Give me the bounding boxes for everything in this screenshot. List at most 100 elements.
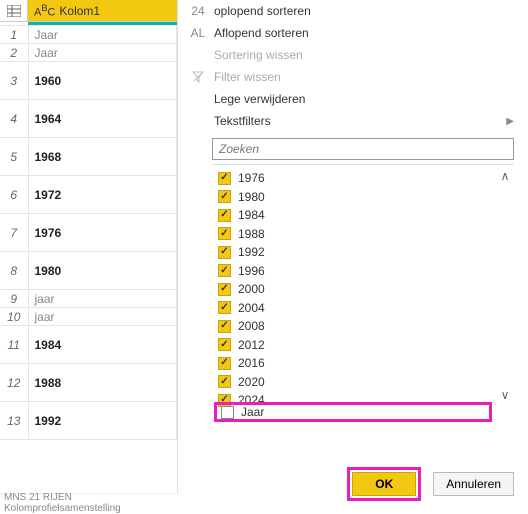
scroll-up-icon[interactable]: ∧	[498, 169, 512, 183]
filter-value-label: 2016	[238, 356, 265, 370]
cell-value[interactable]: Jaar	[28, 44, 177, 62]
cell-value[interactable]: 1972	[28, 176, 177, 214]
sort-desc-icon: AL	[190, 26, 206, 40]
filter-value-item[interactable]: 2000	[212, 280, 492, 299]
filter-value-item[interactable]: 2016	[212, 354, 492, 373]
cell-value[interactable]: 1980	[28, 252, 177, 290]
checkbox[interactable]	[218, 320, 231, 333]
row-number: 4	[0, 100, 28, 138]
cell-value[interactable]: 1976	[28, 214, 177, 252]
clear-sort: Sortering wissen	[178, 44, 528, 66]
sort-asc-icon: 24	[190, 4, 206, 18]
cell-value[interactable]: Jaar	[28, 26, 177, 44]
table-row[interactable]: 51968	[0, 138, 177, 176]
cell-value[interactable]: jaar	[28, 308, 177, 326]
filter-value-item[interactable]: 1980	[212, 188, 492, 207]
table-icon	[0, 0, 28, 21]
data-grid-pane: ABC Kolom1 1Jaar2Jaar3196041964519686197…	[0, 0, 178, 511]
checkbox-jaar[interactable]	[221, 406, 234, 419]
table-row[interactable]: 131992	[0, 402, 177, 440]
checkbox[interactable]	[218, 283, 231, 296]
table-row[interactable]: 10jaar	[0, 308, 177, 326]
checkbox[interactable]	[218, 264, 231, 277]
table-row[interactable]: 61972	[0, 176, 177, 214]
filter-value-label: 2012	[238, 338, 265, 352]
filter-value-item[interactable]: 2008	[212, 317, 492, 336]
filter-value-item[interactable]: 1996	[212, 262, 492, 281]
status-bar: MNS 21 RIJEN Kolomprofielsamenstelling	[0, 493, 178, 511]
filter-value-label: 2004	[238, 301, 265, 315]
sort-ascending[interactable]: 24 oplopend sorteren	[178, 0, 528, 22]
filter-values-list: 1976 1980 198419881992 19962000 2004 2008 2012…	[212, 169, 492, 424]
filter-value-label: 1992	[238, 245, 265, 259]
filter-value-item[interactable]: 1988	[212, 225, 492, 244]
row-number: 8	[0, 252, 28, 290]
checkbox[interactable]	[218, 338, 231, 351]
remove-empty[interactable]: Lege verwijderen	[178, 88, 528, 110]
column-header-kolom1[interactable]: ABC Kolom1	[28, 0, 177, 21]
filter-value-item[interactable]: 2004	[212, 299, 492, 318]
row-number: 2	[0, 44, 28, 62]
filter-value-item[interactable]: 2012	[212, 336, 492, 355]
cell-value[interactable]: jaar	[28, 290, 177, 308]
table-row[interactable]: 9jaar	[0, 290, 177, 308]
column-type-icon: ABC	[34, 3, 55, 19]
row-number: 9	[0, 290, 28, 308]
filter-value-item[interactable]: 1992	[212, 243, 492, 262]
ok-button-highlight: OK	[347, 467, 421, 501]
cell-value[interactable]: 1960	[28, 62, 177, 100]
text-filters-label: Tekstfilters	[214, 114, 271, 128]
text-filters[interactable]: Tekstfilters ▶	[178, 110, 528, 132]
filter-value-item[interactable]: 2020	[212, 373, 492, 392]
table-row[interactable]: 71976	[0, 214, 177, 252]
filter-value-jaar-highlighted[interactable]: Jaar	[214, 402, 492, 422]
sort-descending[interactable]: AL Aflopend sorteren	[178, 22, 528, 44]
scrollbar[interactable]: ∧ ∨	[496, 169, 514, 402]
filter-value-item[interactable]: 1976	[212, 169, 492, 188]
row-number: 7	[0, 214, 28, 252]
table-row[interactable]: 41964	[0, 100, 177, 138]
table-row[interactable]: 111984	[0, 326, 177, 364]
search-input[interactable]	[212, 138, 514, 160]
filter-value-item[interactable]: 1984	[212, 206, 492, 225]
cell-value[interactable]: 1984	[28, 326, 177, 364]
cell-value[interactable]: 1992	[28, 402, 177, 440]
table-row[interactable]: 1Jaar	[0, 26, 177, 44]
checkbox[interactable]	[218, 190, 231, 203]
table-row[interactable]: 121988	[0, 364, 177, 402]
filter-value-label: 2000	[238, 282, 265, 296]
checkbox[interactable]	[218, 246, 231, 259]
cell-value[interactable]: 1988	[28, 364, 177, 402]
row-number: 10	[0, 308, 28, 326]
scroll-down-icon[interactable]: ∨	[498, 388, 512, 402]
checkbox[interactable]	[218, 172, 231, 185]
row-number: 13	[0, 402, 28, 440]
checkbox[interactable]	[218, 357, 231, 370]
checkbox[interactable]	[218, 301, 231, 314]
filter-value-label: 2020	[238, 375, 265, 389]
cell-value[interactable]: 1964	[28, 100, 177, 138]
filter-value-label: 1980	[238, 190, 265, 204]
sort-asc-label: oplopend sorteren	[214, 4, 311, 18]
filter-value-label: 2008	[238, 319, 265, 333]
checkbox[interactable]	[218, 227, 231, 240]
checkbox[interactable]	[218, 375, 231, 388]
row-number: 6	[0, 176, 28, 214]
filter-value-label: 1976	[238, 171, 265, 185]
row-number: 11	[0, 326, 28, 364]
cell-value[interactable]: 1968	[28, 138, 177, 176]
checkbox[interactable]	[218, 209, 231, 222]
filter-clear-icon	[190, 71, 206, 83]
table-row[interactable]: 2Jaar	[0, 44, 177, 62]
data-grid: 1Jaar2Jaar319604196451968619727197681980…	[0, 25, 177, 440]
cancel-button[interactable]: Annuleren	[433, 472, 514, 496]
clear-filter-label: Filter wissen	[214, 70, 281, 84]
ok-button[interactable]: OK	[352, 472, 416, 496]
table-row[interactable]: 81980	[0, 252, 177, 290]
chevron-right-icon: ▶	[506, 116, 514, 127]
dialog-buttons: OK Annuleren	[347, 467, 514, 501]
clear-filter: Filter wissen	[178, 66, 528, 88]
filter-value-label: Jaar	[241, 405, 264, 419]
row-number: 5	[0, 138, 28, 176]
table-row[interactable]: 31960	[0, 62, 177, 100]
